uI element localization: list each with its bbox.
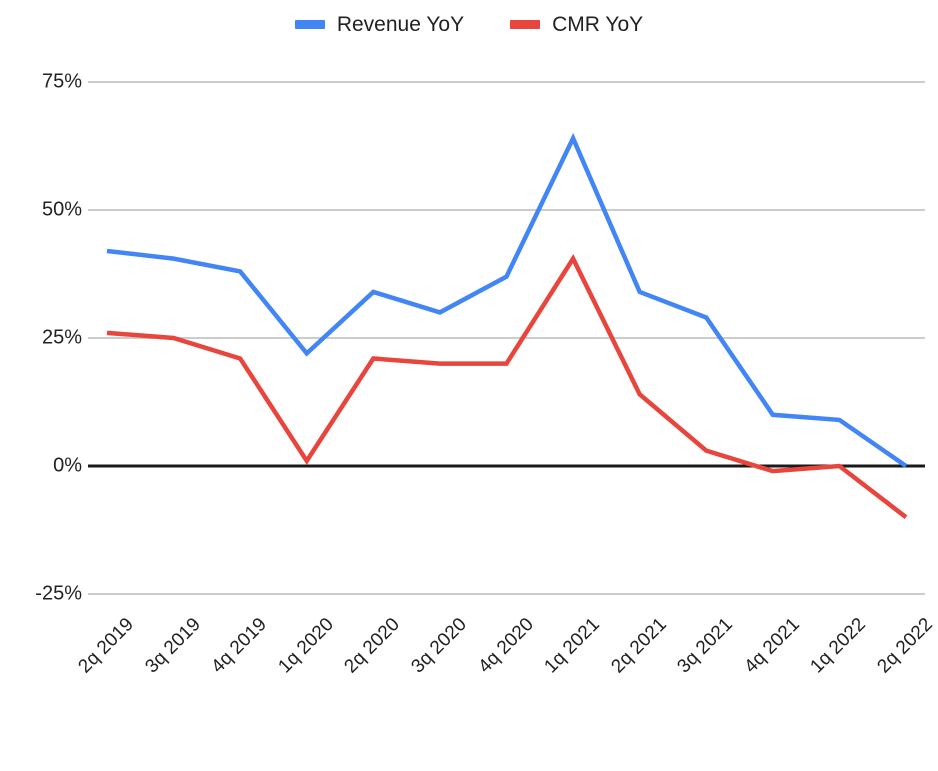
y-axis: 75% 50% 25% 0% -25% [0, 0, 82, 718]
series-line-revenue[interactable] [106, 132, 908, 468]
y-tick-label: 25% [41, 326, 82, 349]
series-line-cmr[interactable] [106, 254, 908, 519]
y-tick-label: -25% [35, 582, 82, 605]
y-tick-label: 0% [53, 454, 82, 477]
chart-container: Revenue YoY CMR YoY 75% 50% 25% 0% -25% 2q 2… [0, 0, 938, 718]
y-tick-label: 75% [41, 70, 82, 93]
plot-svg [88, 81, 925, 595]
plot-area [0, 0, 938, 718]
series-group [106, 132, 908, 519]
gridlines-group [88, 81, 925, 595]
y-tick-label: 50% [41, 198, 82, 221]
